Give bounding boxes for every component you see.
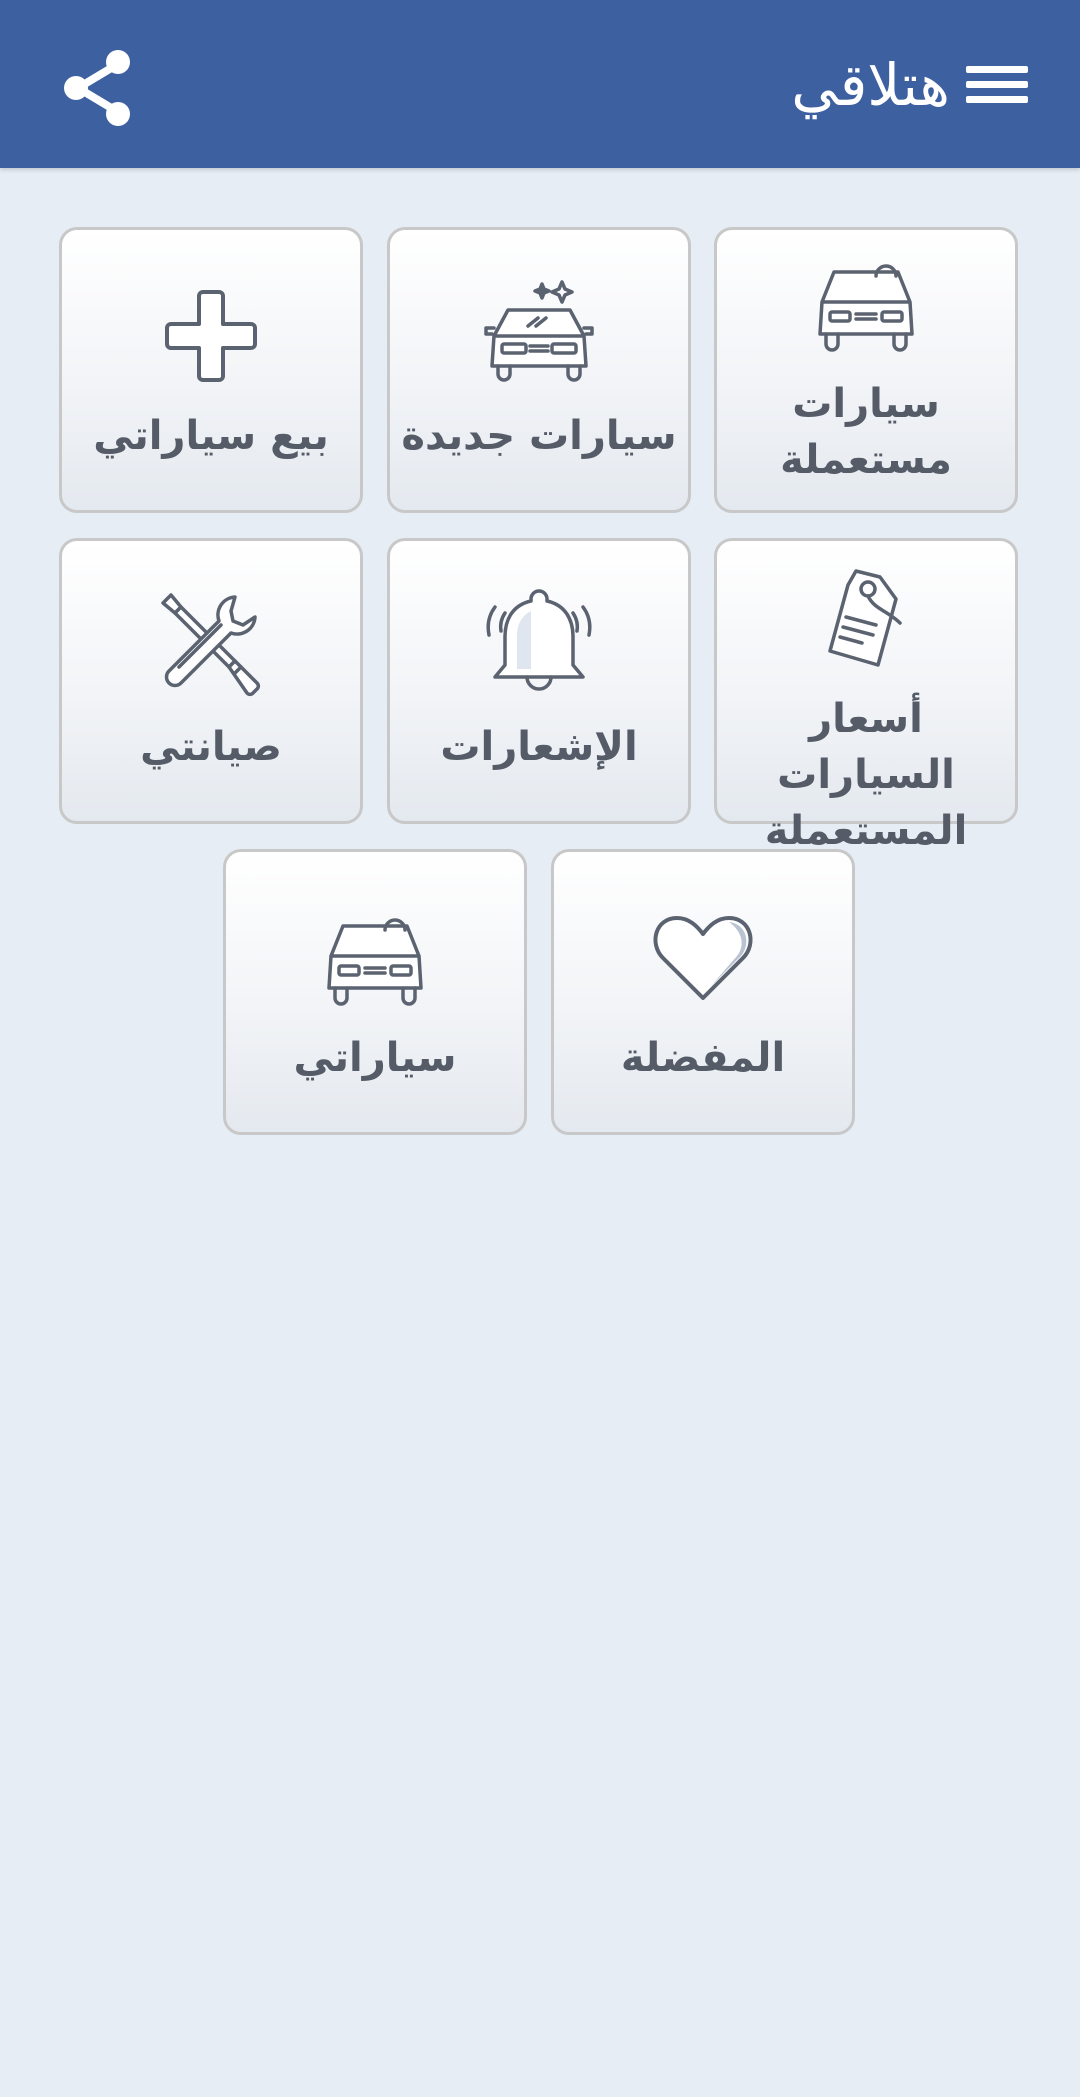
tile-notifications[interactable]: الإشعارات — [387, 538, 691, 824]
tile-label: صيانتي — [140, 724, 282, 770]
tile-favorites[interactable]: المفضلة — [551, 849, 855, 1135]
tile-new-cars[interactable]: سيارات جديدة — [387, 227, 691, 513]
tile-label: الإشعارات — [440, 724, 638, 770]
tile-label: سياراتي — [293, 1035, 457, 1081]
tile-my-maintenance[interactable]: صيانتي — [59, 538, 363, 824]
tile-label: أسعار السيارات المستعملة — [764, 696, 968, 854]
car-icon — [818, 264, 914, 352]
tools-icon — [161, 593, 261, 697]
tile-label: سيارات جديدة — [401, 413, 677, 459]
new-car-icon — [484, 280, 594, 382]
price-tag-icon — [828, 569, 902, 667]
tile-sell-my-cars[interactable]: بيع سياراتي — [59, 227, 363, 513]
tile-used-cars[interactable]: سيارات مستعملة — [714, 227, 1018, 513]
tile-label: المفضلة — [620, 1035, 786, 1081]
plus-icon — [165, 290, 257, 382]
bell-icon — [486, 589, 592, 691]
car-icon — [327, 918, 423, 1006]
tile-label: سيارات مستعملة — [780, 381, 952, 483]
heart-icon — [653, 916, 753, 1000]
tile-my-cars[interactable]: سياراتي — [223, 849, 527, 1135]
tile-label: بيع سياراتي — [93, 413, 329, 459]
main-menu-grid: سيارات مستعملة سيارات جديدة بيع سياراتي … — [0, 0, 1080, 2097]
tile-used-car-prices[interactable]: أسعار السيارات المستعملة — [714, 538, 1018, 854]
